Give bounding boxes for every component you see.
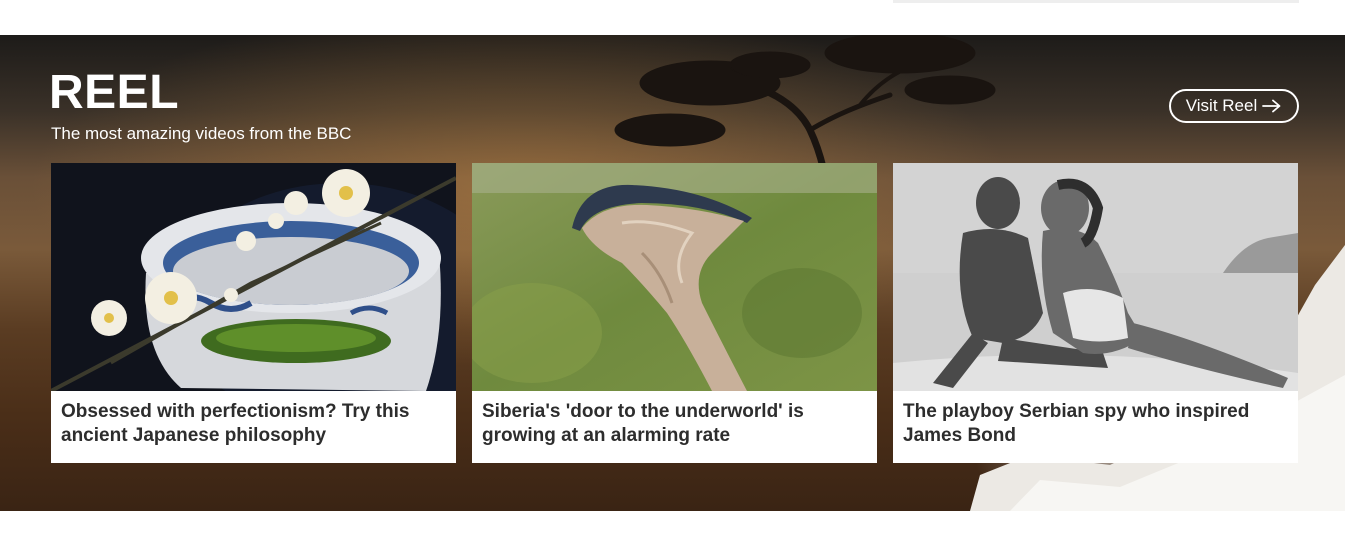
- divider-line: [893, 0, 1299, 3]
- video-thumbnail[interactable]: [51, 163, 456, 391]
- video-card[interactable]: Obsessed with perfectionism? Try this an…: [51, 163, 456, 463]
- video-card-title[interactable]: The playboy Serbian spy who inspired Jam…: [903, 400, 1293, 448]
- reel-title: REEL: [49, 66, 180, 119]
- video-card[interactable]: Siberia's 'door to the underworld' is gr…: [472, 163, 877, 463]
- visit-reel-label: Visit Reel: [1185, 96, 1258, 115]
- reel-subtitle: The most amazing videos from the BBC: [51, 124, 352, 143]
- video-thumbnail[interactable]: [893, 163, 1298, 391]
- visit-reel-button[interactable]: Visit Reel: [1169, 89, 1299, 123]
- video-thumbnail[interactable]: [472, 163, 877, 391]
- video-card[interactable]: The playboy Serbian spy who inspired Jam…: [893, 163, 1298, 463]
- arrow-right-icon: [1262, 99, 1282, 113]
- reel-section: REEL The most amazing videos from the BB…: [0, 35, 1345, 511]
- video-card-title[interactable]: Siberia's 'door to the underworld' is gr…: [482, 400, 872, 448]
- page-top-strip: [0, 0, 1345, 35]
- video-card-title[interactable]: Obsessed with perfectionism? Try this an…: [61, 400, 451, 448]
